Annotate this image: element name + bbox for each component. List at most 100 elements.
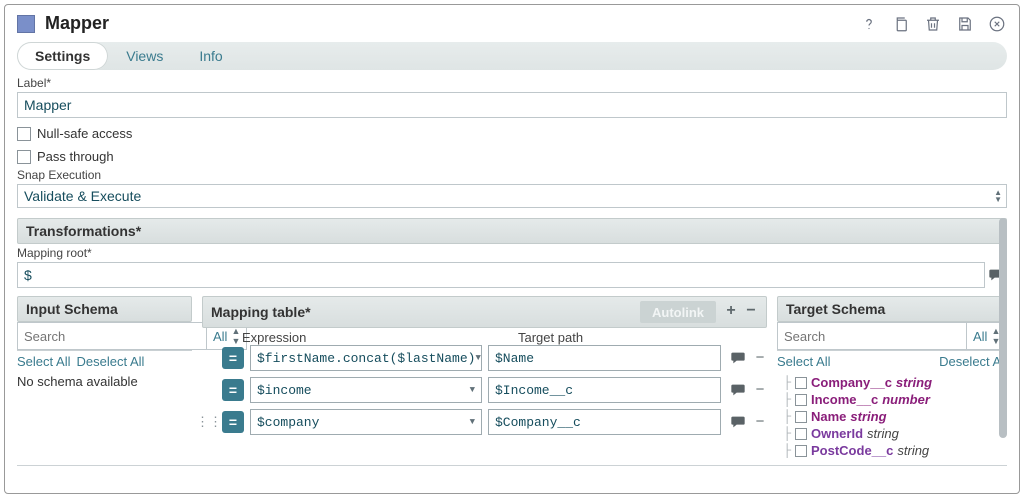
tree-row[interactable]: ├ Name string: [777, 408, 1007, 425]
vertical-scrollbar[interactable]: [997, 218, 1007, 489]
mapping-columns: Input Schema All▲▼ Select All Deselect A…: [17, 296, 1007, 459]
pass-through-checkbox[interactable]: [17, 150, 31, 164]
save-icon[interactable]: [955, 14, 975, 34]
mapping-row: ⋮⋮ = $company▼$Company__c −: [202, 409, 767, 435]
label-input[interactable]: [17, 92, 1007, 118]
label-field-label: Label*: [17, 76, 1007, 90]
tab-bar: Settings Views Info: [17, 42, 1007, 70]
suggest-icon[interactable]: [727, 379, 749, 401]
field-type: string: [896, 375, 932, 390]
tree-branch-icon: ├: [777, 426, 791, 441]
expression-toggle-button[interactable]: =: [222, 379, 244, 401]
target-path-input[interactable]: $Name: [488, 345, 721, 371]
field-name: OwnerId: [811, 426, 863, 441]
pass-through-row[interactable]: Pass through: [17, 149, 1007, 164]
snap-exec-select[interactable]: Validate & Execute: [18, 185, 990, 207]
close-icon[interactable]: [987, 14, 1007, 34]
copy-icon[interactable]: [891, 14, 911, 34]
target-path-col-header: Target path: [512, 330, 767, 345]
snap-exec-label: Snap Execution: [17, 168, 1007, 182]
tree-checkbox[interactable]: [795, 411, 807, 423]
expression-toggle-button[interactable]: =: [222, 411, 244, 433]
target-path-input[interactable]: $Income__c: [488, 377, 721, 403]
field-name: Income__c: [811, 392, 878, 407]
mapping-row: = $income▼$Income__c −: [202, 377, 767, 403]
input-schema-search[interactable]: [17, 322, 207, 350]
mapping-rows-container: = $firstName.concat($lastName)▼$Name − = $in…: [202, 345, 767, 441]
field-name: Company__c: [811, 375, 892, 390]
tree-row[interactable]: ├ OwnerId string: [777, 425, 1007, 442]
mapping-table-header: Mapping table* Autolink + −: [202, 296, 767, 328]
remove-row-button[interactable]: −: [753, 352, 767, 364]
tree-row[interactable]: ├PostCode__c string: [777, 442, 1007, 459]
tree-branch-icon: ├: [777, 443, 791, 458]
field-type: string: [867, 426, 899, 441]
scroll-thumb[interactable]: [999, 218, 1007, 438]
input-schema-header: Input Schema: [17, 296, 192, 322]
mapping-table-panel: Mapping table* Autolink + − Expression T…: [202, 296, 767, 459]
mapping-root-label: Mapping root*: [17, 246, 1007, 260]
input-deselect-all[interactable]: Deselect All: [76, 354, 144, 369]
title-bar: Mapper: [17, 13, 1007, 34]
mapper-snap-icon: [17, 15, 35, 33]
tab-views[interactable]: Views: [108, 42, 181, 70]
tree-row[interactable]: ├ Company__c string: [777, 374, 1007, 391]
autolink-button[interactable]: Autolink: [640, 301, 716, 323]
remove-row-button[interactable]: −: [744, 305, 758, 319]
tree-branch-icon: ├: [777, 392, 791, 407]
suggest-icon[interactable]: [727, 411, 749, 433]
remove-row-button[interactable]: −: [753, 384, 767, 396]
mapping-root-row: Mapping root*: [17, 246, 1007, 288]
mapping-row: = $firstName.concat($lastName)▼$Name −: [202, 345, 767, 371]
null-safe-row[interactable]: Null-safe access: [17, 126, 1007, 141]
tree-checkbox[interactable]: [795, 394, 807, 406]
suggest-icon[interactable]: [727, 347, 749, 369]
tree-checkbox[interactable]: [795, 377, 807, 389]
field-name: Name: [811, 409, 846, 424]
label-field-row: Label*: [17, 76, 1007, 118]
add-row-button[interactable]: +: [724, 305, 738, 319]
tab-settings[interactable]: Settings: [17, 42, 108, 70]
target-tree: ├ Company__c string ├ Income__c number ├ Name…: [777, 374, 1007, 459]
field-type: number: [882, 392, 930, 407]
target-select-all[interactable]: Select All: [777, 354, 830, 369]
chevron-down-icon[interactable]: ▼: [470, 417, 475, 427]
tab-info[interactable]: Info: [181, 42, 240, 70]
mapping-root-input[interactable]: [17, 262, 985, 288]
expression-input[interactable]: $company▼: [250, 409, 482, 435]
mapper-dialog: Mapper Settings Views Info Label* Null-s…: [4, 4, 1020, 494]
input-no-schema-msg: No schema available: [17, 374, 192, 389]
expression-col-header: Expression: [202, 330, 512, 345]
input-schema-panel: Input Schema All▲▼ Select All Deselect A…: [17, 296, 192, 459]
chevron-down-icon[interactable]: ▼: [475, 353, 480, 363]
target-path-input[interactable]: $Company__c: [488, 409, 721, 435]
chevron-down-icon[interactable]: ▼: [470, 385, 475, 395]
tree-checkbox[interactable]: [795, 445, 807, 457]
target-schema-panel: Target Schema All▲▼ Select All Deselect …: [777, 296, 1007, 459]
expression-input[interactable]: $firstName.concat($lastName)▼: [250, 345, 482, 371]
pass-through-label: Pass through: [37, 149, 114, 164]
expression-input[interactable]: $income▼: [250, 377, 482, 403]
horizontal-scrollbar[interactable]: [17, 465, 1007, 477]
target-schema-search[interactable]: [777, 322, 967, 350]
null-safe-label: Null-safe access: [37, 126, 132, 141]
drag-handle-icon[interactable]: ⋮⋮: [202, 414, 216, 430]
help-icon[interactable]: [859, 14, 879, 34]
input-select-all[interactable]: Select All: [17, 354, 70, 369]
dialog-title: Mapper: [45, 13, 859, 34]
tree-branch-icon: ├: [777, 375, 791, 390]
delete-icon[interactable]: [923, 14, 943, 34]
tree-checkbox[interactable]: [795, 428, 807, 440]
snap-exec-row: Snap Execution Validate & Execute ▲▼: [17, 168, 1007, 208]
field-type: string: [897, 443, 929, 458]
field-type: string: [850, 409, 886, 424]
tree-row[interactable]: ├ Income__c number: [777, 391, 1007, 408]
remove-row-button[interactable]: −: [753, 416, 767, 428]
tree-branch-icon: ├: [777, 409, 791, 424]
expression-toggle-button[interactable]: =: [222, 347, 244, 369]
target-schema-header: Target Schema: [777, 296, 1007, 322]
transformations-header: Transformations*: [17, 218, 1007, 244]
scroll-body: Transformations* Mapping root* Input Sch…: [17, 218, 1007, 489]
snap-exec-stepper-icon[interactable]: ▲▼: [990, 185, 1006, 207]
null-safe-checkbox[interactable]: [17, 127, 31, 141]
